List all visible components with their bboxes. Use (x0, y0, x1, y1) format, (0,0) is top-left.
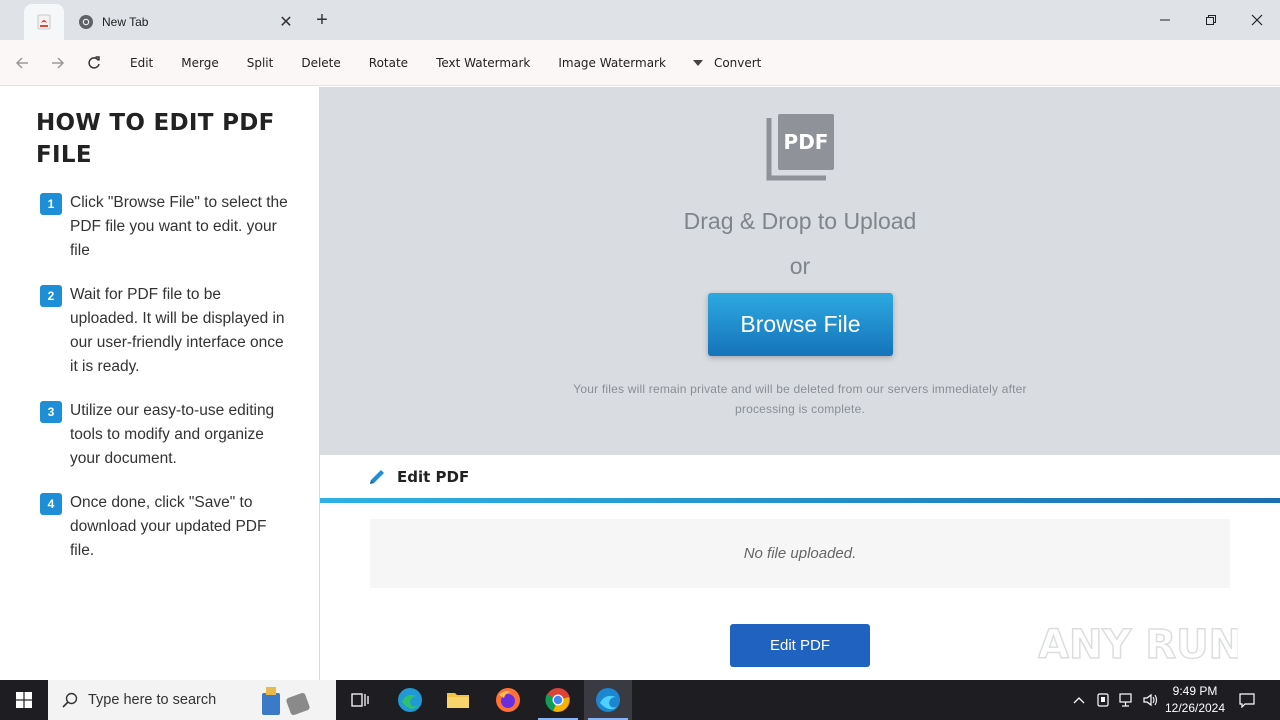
minimize-button[interactable] (1142, 0, 1188, 40)
taskbar-search-box[interactable]: Type here to search (48, 680, 336, 720)
notification-icon (1239, 693, 1255, 708)
edge-icon (398, 688, 422, 712)
or-text: or (789, 253, 811, 279)
restore-icon (1206, 15, 1216, 25)
pdf-file-icon: PDF (766, 114, 834, 181)
device-icon (1097, 693, 1109, 707)
reload-icon (88, 55, 100, 69)
network-icon (1119, 693, 1132, 707)
drag-drop-text: Drag & Drop to Upload (683, 208, 917, 234)
action-center-button[interactable] (1234, 680, 1260, 720)
menu-text-watermark[interactable]: Text Watermark (422, 40, 544, 86)
folder-icon (447, 693, 469, 708)
step-number-badge: 4 (40, 493, 62, 515)
taskbar-clock[interactable]: 9:49 PM 12/26/2024 (1160, 683, 1230, 717)
taskbar-file-explorer[interactable] (434, 680, 482, 720)
anyrun-watermark-logo: ANY RUN (1038, 621, 1238, 669)
minimize-icon (1160, 19, 1170, 21)
pencil-icon (370, 470, 384, 484)
taskbar-chrome[interactable] (534, 680, 582, 720)
menu-edit[interactable]: Edit (116, 40, 167, 86)
step-number-badge: 3 (40, 401, 62, 423)
watermark-text: ANY RUN (1038, 622, 1238, 668)
step-number-badge: 1 (40, 193, 62, 215)
step-text: Utilize our easy-to-use editing tools to… (70, 402, 275, 467)
edge-app-icon (596, 688, 620, 712)
pdf-favicon-icon (37, 14, 51, 30)
task-view-icon (351, 693, 369, 707)
browse-file-button[interactable]: Browse File (708, 293, 893, 356)
clock-time: 9:49 PM (1172, 684, 1218, 698)
search-highlight-icon (262, 687, 310, 716)
panel-header: Edit PDF (368, 467, 469, 487)
menu-image-watermark[interactable]: Image Watermark (544, 40, 680, 86)
close-tab-icon[interactable]: ✕ (274, 10, 298, 34)
upload-drop-zone[interactable]: PDF Drag & Drop to Upload or Browse File… (320, 87, 1280, 455)
step-item: 2 Wait for PDF file to be uploaded. It w… (36, 283, 291, 379)
tab-title: New Tab (102, 15, 149, 29)
back-button[interactable] (4, 45, 40, 81)
instructions-title: HOW TO EDIT PDF FILE (36, 110, 275, 168)
forward-button[interactable] (40, 45, 76, 81)
edit-pdf-button[interactable]: Edit PDF (730, 624, 870, 667)
start-button[interactable] (0, 680, 48, 720)
arrow-right-icon (52, 56, 65, 69)
new-tab-button[interactable]: + (310, 8, 334, 32)
firefox-icon (496, 688, 520, 712)
step-item: 3 Utilize our easy-to-use editing tools … (36, 399, 291, 471)
windows-logo-icon (16, 692, 32, 708)
restore-button[interactable] (1188, 0, 1234, 40)
menu-merge[interactable]: Merge (167, 40, 232, 86)
tray-volume-button[interactable] (1140, 680, 1162, 720)
taskbar-edge[interactable] (386, 680, 434, 720)
task-view-button[interactable] (336, 680, 384, 720)
instructions-sidebar: HOW TO EDIT PDF FILE 1 Click "Browse Fil… (0, 87, 320, 680)
step-text: Once done, click "Save" to download your… (70, 494, 267, 559)
close-icon (1251, 14, 1263, 26)
chevron-up-icon (1073, 697, 1085, 704)
chrome-icon (545, 688, 570, 712)
chrome-favicon-icon (79, 15, 93, 29)
tray-network-button[interactable] (1116, 680, 1138, 720)
app-toolbar: Edit Merge Split Delete Rotate Text Wate… (0, 40, 1280, 86)
menu-split[interactable]: Split (233, 40, 288, 86)
show-hidden-icons-button[interactable] (1068, 680, 1090, 720)
panel-accent-bar (320, 498, 1280, 503)
browser-tab-strip: New Tab ✕ + (0, 0, 1280, 40)
step-number-badge: 2 (40, 285, 62, 307)
menu-convert[interactable]: Convert (710, 40, 775, 86)
pdf-icon-label: PDF (784, 130, 829, 154)
arrow-left-icon (15, 56, 28, 69)
caret-down-icon (692, 59, 703, 66)
close-window-button[interactable] (1234, 0, 1280, 40)
step-text: Wait for PDF file to be uploaded. It wil… (70, 286, 285, 375)
search-icon (62, 692, 78, 708)
menu-rotate[interactable]: Rotate (355, 40, 422, 86)
step-text: Click "Browse File" to select the PDF fi… (70, 194, 288, 259)
windows-taskbar: Type here to search 9:49 PM 12/26/2024 (0, 680, 1280, 720)
speaker-icon (1143, 693, 1158, 707)
pinned-tab[interactable] (24, 4, 64, 40)
reload-button[interactable] (76, 45, 112, 81)
no-file-message: No file uploaded. (370, 519, 1230, 588)
taskbar-firefox[interactable] (484, 680, 532, 720)
taskbar-edge-pdf-app[interactable] (584, 680, 632, 720)
panel-title: Edit PDF (397, 468, 470, 486)
convert-dropdown-toggle[interactable] (686, 40, 710, 86)
step-item: 1 Click "Browse File" to select the PDF … (36, 191, 291, 263)
clock-date: 12/26/2024 (1164, 701, 1226, 715)
search-placeholder: Type here to search (88, 692, 217, 708)
privacy-notice: Your files will remain private and will … (573, 382, 1027, 416)
tab-new-tab[interactable]: New Tab ✕ (66, 4, 302, 40)
step-item: 4 Once done, click "Save" to download yo… (36, 491, 291, 563)
menu-delete[interactable]: Delete (287, 40, 354, 86)
tray-device-button[interactable] (1092, 680, 1114, 720)
